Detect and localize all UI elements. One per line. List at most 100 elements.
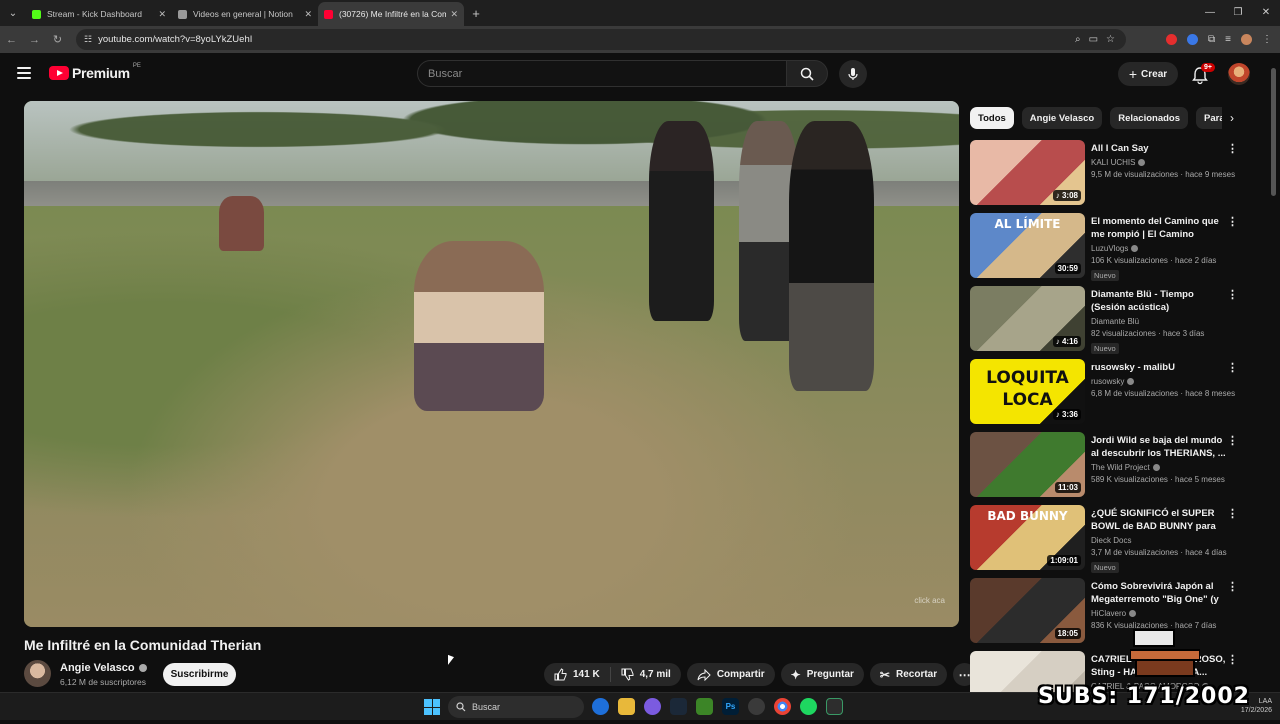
chip-related[interactable]: Relacionados bbox=[1110, 107, 1188, 129]
more-options-kebab-icon[interactable]: ⋮ bbox=[1227, 288, 1238, 301]
edge-browser-icon[interactable] bbox=[592, 698, 609, 715]
recommendation-item[interactable]: LOQUITA LOCA ♪ 3:36 rusowsky - malibU ru… bbox=[970, 359, 1250, 432]
minimize-icon[interactable]: — bbox=[1196, 0, 1224, 26]
extension-red-icon[interactable] bbox=[1166, 34, 1178, 45]
more-options-kebab-icon[interactable]: ⋮ bbox=[1227, 507, 1238, 520]
recommendation-title[interactable]: ¿QUÉ SIGNIFICÓ el SUPER BOWL de BAD BUNN… bbox=[1091, 507, 1226, 533]
chat-app-icon[interactable] bbox=[644, 698, 661, 715]
menu-hamburger-icon[interactable] bbox=[17, 67, 31, 79]
recommendation-item[interactable]: BAD BUNNY 1:09:01 ¿QUÉ SIGNIFICÓ el SUPE… bbox=[970, 505, 1250, 578]
recommendation-channel[interactable]: rusowsky bbox=[1091, 377, 1226, 386]
terminal-icon[interactable] bbox=[826, 698, 843, 715]
share-button[interactable]: Compartir bbox=[686, 663, 775, 686]
more-options-kebab-icon[interactable]: ⋮ bbox=[1227, 434, 1238, 447]
video-thumbnail[interactable]: BAD BUNNY 1:09:01 bbox=[970, 505, 1085, 570]
spotify-icon[interactable] bbox=[800, 698, 817, 715]
search-input[interactable] bbox=[428, 67, 786, 80]
recommendation-title[interactable]: All I Can Say bbox=[1091, 142, 1226, 155]
recommendation-title[interactable]: rusowsky - malibU bbox=[1091, 361, 1226, 374]
windows-start-icon[interactable] bbox=[424, 699, 440, 715]
recommendation-meta: 82 visualizaciones · hace 3 días bbox=[1091, 329, 1205, 338]
recommendation-channel[interactable]: The Wild Project bbox=[1091, 463, 1226, 472]
dislike-button[interactable]: 4,7 mil bbox=[611, 663, 681, 686]
browser-menu-icon[interactable]: ⋮ bbox=[1262, 34, 1272, 45]
more-options-kebab-icon[interactable]: ⋮ bbox=[1227, 580, 1238, 593]
video-thumbnail[interactable]: 11:03 bbox=[970, 432, 1085, 497]
recommendation-channel[interactable]: Diamante Blü bbox=[1091, 317, 1226, 326]
recommendation-channel[interactable]: Dieck Docs bbox=[1091, 536, 1226, 545]
recommendation-item[interactable]: AL LÍMITE 30:59 El momento del Camino qu… bbox=[970, 213, 1250, 286]
recommendation-title[interactable]: Jordi Wild se baja del mundo al descubri… bbox=[1091, 434, 1226, 460]
recommendation-item[interactable]: 18:05 Cómo Sobrevivirá Japón al Megaterr… bbox=[970, 578, 1250, 651]
chip-todos[interactable]: Todos bbox=[970, 107, 1014, 129]
recommendation-item[interactable]: ♪ 3:08 All I Can Say KALI UCHIS 9,5 M de… bbox=[970, 140, 1250, 213]
recommendation-channel[interactable]: HiClavero bbox=[1091, 609, 1226, 618]
close-tab-icon[interactable]: ✕ bbox=[304, 9, 312, 20]
new-tab-plus-icon[interactable]: + bbox=[464, 2, 488, 26]
restore-icon[interactable]: ❐ bbox=[1224, 0, 1252, 26]
channel-avatar[interactable] bbox=[24, 660, 51, 687]
recommendation-meta: 6,8 M de visualizaciones · hace 8 meses bbox=[1091, 389, 1236, 398]
close-tab-icon[interactable]: ✕ bbox=[158, 9, 166, 20]
profile-avatar-icon[interactable] bbox=[1241, 34, 1252, 45]
steam-icon[interactable] bbox=[670, 698, 687, 715]
video-player[interactable]: click aca bbox=[24, 101, 959, 627]
like-button[interactable]: 141 K bbox=[544, 663, 610, 686]
video-thumbnail[interactable]: ♪ 4:16 bbox=[970, 286, 1085, 351]
recommendation-title[interactable]: Diamante Blü - Tiempo (Sesión acústica) bbox=[1091, 288, 1226, 314]
close-tab-icon[interactable]: ✕ bbox=[450, 9, 458, 20]
create-button[interactable]: + Crear bbox=[1118, 62, 1178, 86]
voice-search-button[interactable] bbox=[839, 60, 867, 88]
browser-tab-strip: ⌄ Stream - Kick Dashboard ✕ Videos en ge… bbox=[0, 0, 1280, 26]
site-info-icon[interactable]: ☷ bbox=[84, 34, 92, 45]
taskbar-search[interactable]: Buscar bbox=[448, 696, 584, 718]
channel-name-link[interactable]: Angie Velasco bbox=[60, 662, 147, 674]
close-window-icon[interactable]: ✕ bbox=[1252, 0, 1280, 26]
video-figure-masked-person bbox=[414, 241, 544, 411]
minecraft-icon[interactable] bbox=[696, 698, 713, 715]
file-explorer-icon[interactable] bbox=[618, 698, 635, 715]
recommendation-channel[interactable]: KALI UCHIS bbox=[1091, 158, 1226, 167]
search-button[interactable] bbox=[786, 60, 828, 87]
back-arrow-icon[interactable]: ← bbox=[0, 34, 23, 46]
address-bar[interactable]: ☷ youtube.com/watch?v=8yoLYkZUehI bbox=[76, 29, 1126, 50]
forward-arrow-icon[interactable]: → bbox=[23, 34, 46, 46]
recommendation-item[interactable]: ♪ 4:16 Diamante Blü - Tiempo (Sesión acú… bbox=[970, 286, 1250, 359]
more-options-kebab-icon[interactable]: ⋮ bbox=[1227, 361, 1238, 374]
subscribe-button[interactable]: Suscribirme bbox=[163, 663, 236, 686]
clip-button[interactable]: ✂ Recortar bbox=[869, 663, 948, 686]
search-box[interactable] bbox=[417, 60, 787, 87]
video-thumbnail[interactable]: LOQUITA LOCA ♪ 3:36 bbox=[970, 359, 1085, 424]
recommendation-title[interactable]: Cómo Sobrevivirá Japón al Megaterremoto … bbox=[1091, 580, 1226, 606]
browser-tab-notion[interactable]: Videos en general | Notion ✕ bbox=[172, 2, 318, 26]
video-thumbnail[interactable]: AL LÍMITE 30:59 bbox=[970, 213, 1085, 278]
browser-tab-youtube[interactable]: (30726) Me Infiltré en la Comun ✕ bbox=[318, 2, 464, 26]
media-control-icon[interactable]: ≡ bbox=[1225, 34, 1231, 45]
page-scrollbar[interactable] bbox=[1270, 58, 1276, 698]
bookmark-star-icon[interactable]: ☆ bbox=[1106, 34, 1115, 45]
obs-icon[interactable] bbox=[748, 698, 765, 715]
recommendation-channel[interactable]: LuzuVlogs bbox=[1091, 244, 1226, 253]
video-thumbnail[interactable]: 18:05 bbox=[970, 578, 1085, 643]
video-thumbnail[interactable]: ♪ 3:08 bbox=[970, 140, 1085, 205]
recommendation-item[interactable]: 11:03 Jordi Wild se baja del mundo al de… bbox=[970, 432, 1250, 505]
chrome-icon[interactable] bbox=[774, 698, 791, 715]
clip-label: Recortar bbox=[895, 669, 938, 680]
recommendation-title[interactable]: El momento del Camino que me rompió | El… bbox=[1091, 215, 1226, 241]
ask-button[interactable]: ✦ Preguntar bbox=[780, 663, 864, 686]
chevron-right-icon[interactable]: › bbox=[1222, 107, 1242, 129]
more-options-kebab-icon[interactable]: ⋮ bbox=[1227, 653, 1238, 666]
cast-icon[interactable]: ▭ bbox=[1089, 34, 1098, 45]
more-options-kebab-icon[interactable]: ⋮ bbox=[1227, 215, 1238, 228]
more-options-kebab-icon[interactable]: ⋮ bbox=[1227, 142, 1238, 155]
user-avatar[interactable] bbox=[1228, 63, 1250, 85]
reload-icon[interactable]: ↻ bbox=[46, 33, 69, 46]
chip-channel[interactable]: Angie Velasco bbox=[1021, 107, 1103, 129]
extensions-puzzle-icon[interactable]: ⧉ bbox=[1208, 34, 1215, 45]
youtube-premium-logo[interactable]: Premium PE bbox=[49, 63, 141, 81]
photoshop-icon[interactable]: Ps bbox=[722, 698, 739, 715]
browser-tab-kick[interactable]: Stream - Kick Dashboard ✕ bbox=[26, 2, 172, 26]
zoom-icon[interactable]: ⌕ bbox=[1075, 34, 1081, 45]
tab-search-icon[interactable]: ⌄ bbox=[0, 0, 26, 26]
extension-blue-icon[interactable] bbox=[1187, 34, 1199, 45]
